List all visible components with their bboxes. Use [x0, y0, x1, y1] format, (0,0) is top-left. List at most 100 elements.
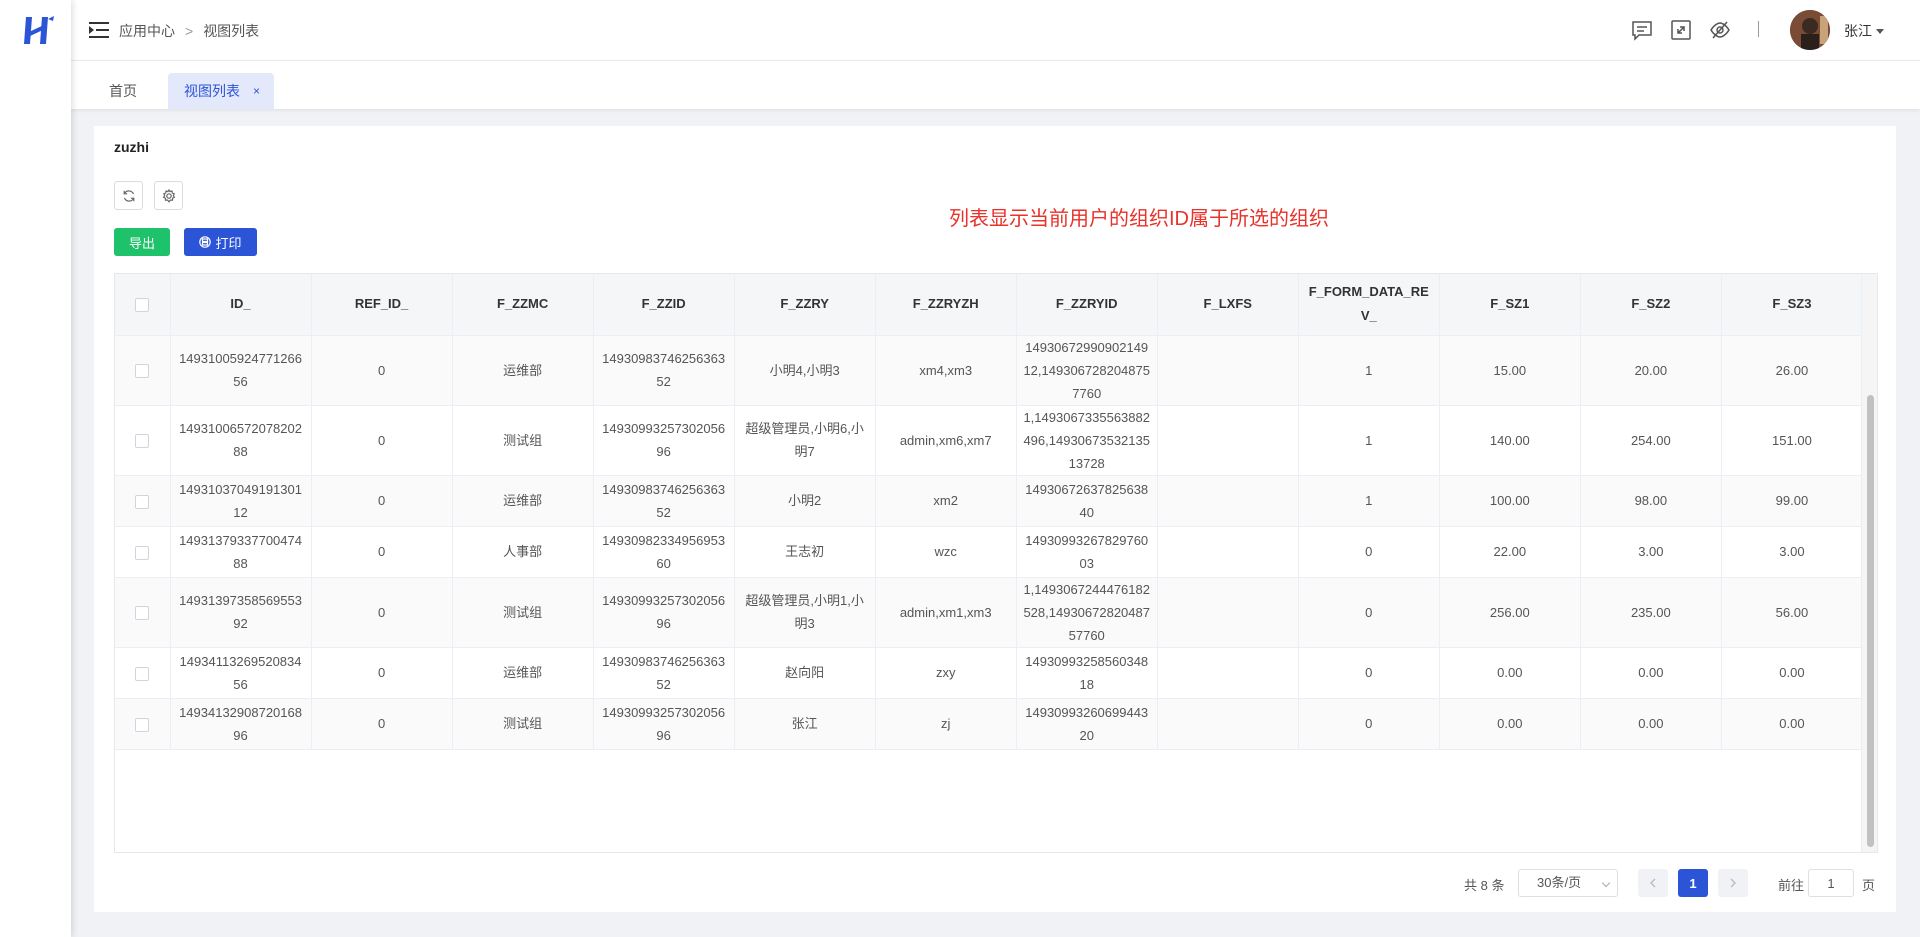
table-cell: 赵向阳 [734, 647, 876, 699]
table-cell [1157, 577, 1299, 648]
column-header: F_SZ1 [1439, 274, 1581, 336]
table-cell [1157, 405, 1299, 476]
table-cell: 1493098374625636352 [593, 647, 735, 699]
data-table: ID_ REF_ID_ F_ZZMC F_ZZID F_ZZRY F_ZZRYZH F_ZZ… [115, 274, 1864, 750]
row-checkbox[interactable] [135, 666, 150, 681]
select-all-checkbox[interactable] [135, 297, 150, 312]
tab-view-list[interactable]: 视图列表 × [168, 73, 274, 109]
table-cell: 1493413290872016896 [170, 698, 312, 750]
table-cell: 0 [311, 405, 453, 476]
table-cell: 超级管理员,小明6,小明7 [734, 405, 876, 476]
table-cell: 0 [1298, 577, 1440, 648]
table-cell: 254.00 [1580, 405, 1722, 476]
table-row[interactable]: 1493411326952083456 0 运维部 14930983746256363… [115, 647, 1864, 699]
table-cell: 1,1493067335563882496,149306735321351372… [1016, 405, 1158, 476]
row-checkbox[interactable] [135, 494, 150, 509]
menu-fold-icon[interactable] [89, 21, 109, 39]
table-cell: 56.00 [1721, 577, 1864, 648]
next-page-button[interactable] [1718, 869, 1748, 897]
page-size-value: 30条/页 [1537, 875, 1582, 890]
table-cell: 1493099325730205696 [593, 405, 735, 476]
print-button[interactable]: 打印 [184, 228, 257, 256]
fullscreen-icon[interactable] [1669, 18, 1693, 42]
table-row[interactable]: 1493137933770047488 0 人事部 14930982334956953… [115, 526, 1864, 578]
table-cell: 1,1493067244476182528,149306728204875776… [1016, 577, 1158, 648]
row-checkbox[interactable] [135, 434, 150, 449]
column-header: F_SZ3 [1721, 274, 1864, 336]
export-button[interactable]: 导出 [114, 228, 170, 256]
table-cell: 1493103704919130112 [170, 475, 312, 527]
table-cell: 0 [311, 647, 453, 699]
row-select-cell [115, 335, 171, 406]
row-checkbox[interactable] [135, 364, 150, 379]
table-cell [1157, 335, 1299, 406]
table-cell: 0.00 [1439, 698, 1581, 750]
table-row[interactable]: 1493103704919130112 0 运维部 14930983746256363… [115, 475, 1864, 527]
refresh-button[interactable] [114, 181, 143, 210]
message-icon[interactable] [1630, 18, 1654, 42]
row-checkbox[interactable] [135, 545, 150, 560]
table-row[interactable]: 1493139735856955392 0 测试组 14930993257302056… [115, 577, 1864, 648]
table-cell: 小明2 [734, 475, 876, 527]
table-row[interactable]: 1493413290872016896 0 测试组 14930993257302056… [115, 698, 1864, 750]
page-size-select[interactable]: 30条/页 [1518, 869, 1618, 897]
caret-down-icon [1876, 28, 1884, 34]
table-cell: 测试组 [452, 698, 594, 750]
row-checkbox[interactable] [135, 717, 150, 732]
page-title: zuzhi [114, 139, 149, 155]
scrollbar-thumb[interactable] [1867, 395, 1874, 847]
logo-icon[interactable] [22, 14, 56, 48]
table-cell: 26.00 [1721, 335, 1864, 406]
table-row[interactable]: 1493100657207820288 0 测试组 14930993257302056… [115, 405, 1864, 476]
user-menu[interactable]: 张江 [1844, 21, 1884, 41]
table-cell: 1 [1298, 475, 1440, 527]
table-cell: 0 [1298, 526, 1440, 578]
column-header: F_ZZMC [452, 274, 594, 336]
column-header: F_ZZRY [734, 274, 876, 336]
table-cell: 235.00 [1580, 577, 1722, 648]
hide-eye-icon[interactable] [1708, 18, 1732, 42]
goto-label: 前往 [1778, 878, 1805, 893]
avatar[interactable] [1790, 10, 1830, 50]
table-cell: 超级管理员,小明1,小明3 [734, 577, 876, 648]
close-icon[interactable]: × [253, 73, 260, 109]
table-cell: 0 [311, 698, 453, 750]
tab-home[interactable]: 首页 [93, 73, 153, 109]
chevron-down-icon [1601, 878, 1611, 888]
row-select-cell [115, 698, 171, 750]
table-cell: 22.00 [1439, 526, 1581, 578]
table-row[interactable]: 1493100592477126656 0 运维部 14930983746256363… [115, 335, 1864, 406]
table-cell: 15.00 [1439, 335, 1581, 406]
column-header: F_ZZID [593, 274, 735, 336]
prev-page-button[interactable] [1638, 869, 1668, 897]
table-cell: 1493098233495695360 [593, 526, 735, 578]
table-cell: 1493099325730205696 [593, 698, 735, 750]
table-cell: 1493098374625636352 [593, 335, 735, 406]
header-divider [1758, 21, 1759, 37]
header-select-all[interactable] [115, 274, 171, 336]
settings-button[interactable] [154, 181, 183, 210]
table-cell: 151.00 [1721, 405, 1864, 476]
table-cell: 99.00 [1721, 475, 1864, 527]
table-cell: 1493411326952083456 [170, 647, 312, 699]
table-cell: 0.00 [1721, 647, 1864, 699]
table-cell: 运维部 [452, 475, 594, 527]
column-header: F_FORM_DATA_REV_ [1298, 274, 1440, 336]
breadcrumb-item-app-center[interactable]: 应用中心 [119, 21, 175, 41]
table-cell: 0 [311, 577, 453, 648]
table-cell: 0 [311, 526, 453, 578]
table-cell: wzc [875, 526, 1017, 578]
column-header: F_ZZRYZH [875, 274, 1017, 336]
vertical-scrollbar[interactable] [1861, 274, 1877, 852]
row-checkbox[interactable] [135, 606, 150, 621]
column-header: F_LXFS [1157, 274, 1299, 336]
table-cell: 1493139735856955392 [170, 577, 312, 648]
table-cell: xm4,xm3 [875, 335, 1017, 406]
table-cell: 运维部 [452, 647, 594, 699]
goto-page-input[interactable] [1808, 869, 1854, 897]
user-name: 张江 [1844, 23, 1872, 39]
table-cell: 0 [1298, 647, 1440, 699]
page-number-button[interactable]: 1 [1678, 869, 1708, 897]
table-cell: 0.00 [1439, 647, 1581, 699]
export-label: 导出 [128, 235, 155, 251]
